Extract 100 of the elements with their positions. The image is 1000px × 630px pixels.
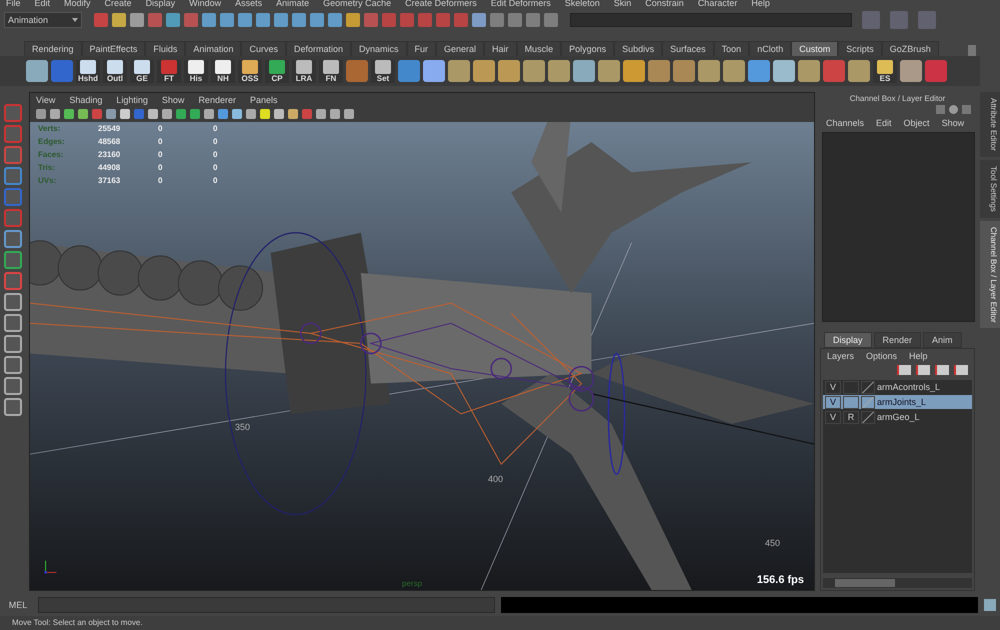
side-tab[interactable]: Attribute Editor (980, 92, 1000, 157)
panel-menu-item[interactable]: Renderer (198, 95, 236, 105)
shelf-tool-icon[interactable] (26, 60, 48, 82)
panel-menu-item[interactable]: Object (904, 118, 930, 128)
panel-menu-item[interactable]: Channels (826, 118, 864, 128)
shelf-tab[interactable]: Fluids (145, 41, 186, 56)
layer-row[interactable]: V armAcontrols_L (823, 380, 972, 394)
tool-icon[interactable] (4, 335, 22, 353)
command-input-field[interactable] (38, 597, 495, 613)
shelf-tab[interactable]: Dynamics (351, 41, 407, 56)
shelf-tool-icon[interactable] (498, 60, 520, 82)
mode-dropdown[interactable]: Animation (4, 12, 82, 28)
shelf-tool-icon[interactable] (798, 60, 820, 82)
panel-menu-item[interactable]: Help (909, 351, 928, 361)
shelf-tab[interactable]: Animation (185, 41, 242, 56)
shelf-tab[interactable]: Surfaces (662, 41, 714, 56)
layer-row[interactable]: V R armGeo_L (823, 410, 972, 424)
shelf-tool-icon[interactable] (773, 60, 795, 82)
tool-icon[interactable] (4, 125, 22, 143)
shelf-tab[interactable]: Subdivs (614, 41, 662, 56)
tool-icon[interactable] (4, 230, 22, 248)
shelf-tool-button[interactable]: Hshd (76, 60, 100, 82)
panel-menu-item[interactable]: Shading (69, 95, 102, 105)
visibility-toggle[interactable]: V (825, 410, 841, 424)
shelf-tool-button[interactable]: FT (157, 60, 181, 82)
visibility-toggle[interactable]: V (825, 380, 841, 394)
layer-color-swatch[interactable] (861, 396, 875, 408)
panel-menu-item[interactable]: Show (162, 95, 184, 105)
shelf-tool-button[interactable]: OSS (238, 60, 262, 82)
shelf-tool-icon[interactable] (848, 60, 870, 82)
shelf-tab[interactable]: GoZBrush (882, 41, 939, 56)
panel-layout-icon[interactable] (918, 11, 936, 29)
tool-icon[interactable] (4, 272, 22, 290)
shelf-tool-button[interactable]: CP (265, 60, 289, 82)
shelf-tool-icon[interactable] (900, 60, 922, 82)
shelf-tool-button[interactable]: NH (211, 60, 235, 82)
side-tab[interactable]: Channel Box / Layer Editor (980, 220, 1000, 328)
shelf-tool-icon[interactable] (698, 60, 720, 82)
panel-menu-item[interactable]: Show (942, 118, 964, 128)
tool-icon[interactable] (4, 356, 22, 374)
shelf-tool-button[interactable]: LRA (292, 60, 316, 82)
panel-menu-item[interactable]: Panels (250, 95, 278, 105)
panel-menu-item[interactable]: Layers (827, 351, 854, 361)
shelf-tab[interactable]: Fur (406, 41, 436, 56)
side-tab[interactable]: Tool Settings (980, 160, 1000, 218)
layer-tab[interactable]: Render (874, 332, 922, 348)
panel-menu-item[interactable]: Options (866, 351, 898, 361)
trash-icon[interactable] (968, 45, 976, 56)
shelf-tab[interactable]: Rendering (24, 41, 82, 56)
shelf-tab[interactable]: Toon (714, 41, 750, 56)
tool-icon[interactable] (4, 188, 22, 206)
shelf-tool-icon[interactable] (523, 60, 545, 82)
shelf-tool-icon[interactable] (51, 60, 73, 82)
shelf-tab[interactable]: Muscle (516, 41, 562, 56)
panel-layout-icon[interactable] (890, 11, 908, 29)
display-type-toggle[interactable] (843, 380, 859, 394)
shelf-tab[interactable]: PaintEffects (82, 41, 146, 56)
shelf-tool-icon[interactable] (748, 60, 770, 82)
shelf-tool-icon[interactable] (723, 60, 745, 82)
shelf-tool-icon[interactable] (823, 60, 845, 82)
shelf-tool-icon[interactable] (346, 60, 368, 82)
tool-icon[interactable] (4, 293, 22, 311)
shelf-tab[interactable]: Deformation (286, 41, 351, 56)
panel-menu-item[interactable]: Edit (876, 118, 892, 128)
horizontal-scrollbar[interactable] (823, 578, 972, 588)
panel-menu-item[interactable]: Lighting (116, 95, 148, 105)
shelf-tab[interactable]: Curves (241, 41, 286, 56)
shelf-tab[interactable]: Scripts (838, 41, 882, 56)
shelf-tool-icon[interactable] (648, 60, 670, 82)
shelf-tool-button[interactable]: FN (319, 60, 343, 82)
tool-icon[interactable] (112, 13, 126, 27)
shelf-tool-icon[interactable] (623, 60, 645, 82)
shelf-tab[interactable]: Custom (791, 41, 838, 56)
shelf-tab[interactable]: Polygons (561, 41, 614, 56)
menu-item[interactable]: Create (104, 0, 132, 8)
shelf-tool-icon[interactable] (573, 60, 595, 82)
shelf-tool-icon[interactable] (473, 60, 495, 82)
visibility-toggle[interactable]: V (825, 396, 841, 408)
layer-color-swatch[interactable] (861, 410, 875, 424)
display-type-toggle[interactable] (843, 396, 859, 408)
shelf-tab[interactable]: General (436, 41, 484, 56)
shelf-tool-icon[interactable] (925, 60, 947, 82)
input-field[interactable] (570, 13, 852, 27)
shelf-tool-icon[interactable] (548, 60, 570, 82)
tool-icon[interactable] (4, 167, 22, 185)
tool-icon[interactable] (4, 104, 22, 122)
shelf-tool-icon[interactable] (398, 60, 420, 82)
display-type-toggle[interactable]: R (843, 410, 859, 424)
panel-menu-item[interactable]: View (36, 95, 56, 105)
shelf-tab[interactable]: Hair (484, 41, 517, 56)
panel-layout-icon[interactable] (862, 11, 880, 29)
circle-icon[interactable] (949, 105, 958, 114)
tool-icon[interactable] (4, 314, 22, 332)
shelf-tool-button[interactable]: Set (371, 60, 395, 82)
shelf-tool-icon[interactable] (448, 60, 470, 82)
tool-icon[interactable] (4, 209, 22, 227)
layer-tab[interactable]: Display (824, 332, 872, 348)
shelf-tool-button[interactable]: His (184, 60, 208, 82)
menu-item[interactable]: Assets (235, 0, 262, 8)
shelf-tool-icon[interactable] (673, 60, 695, 82)
